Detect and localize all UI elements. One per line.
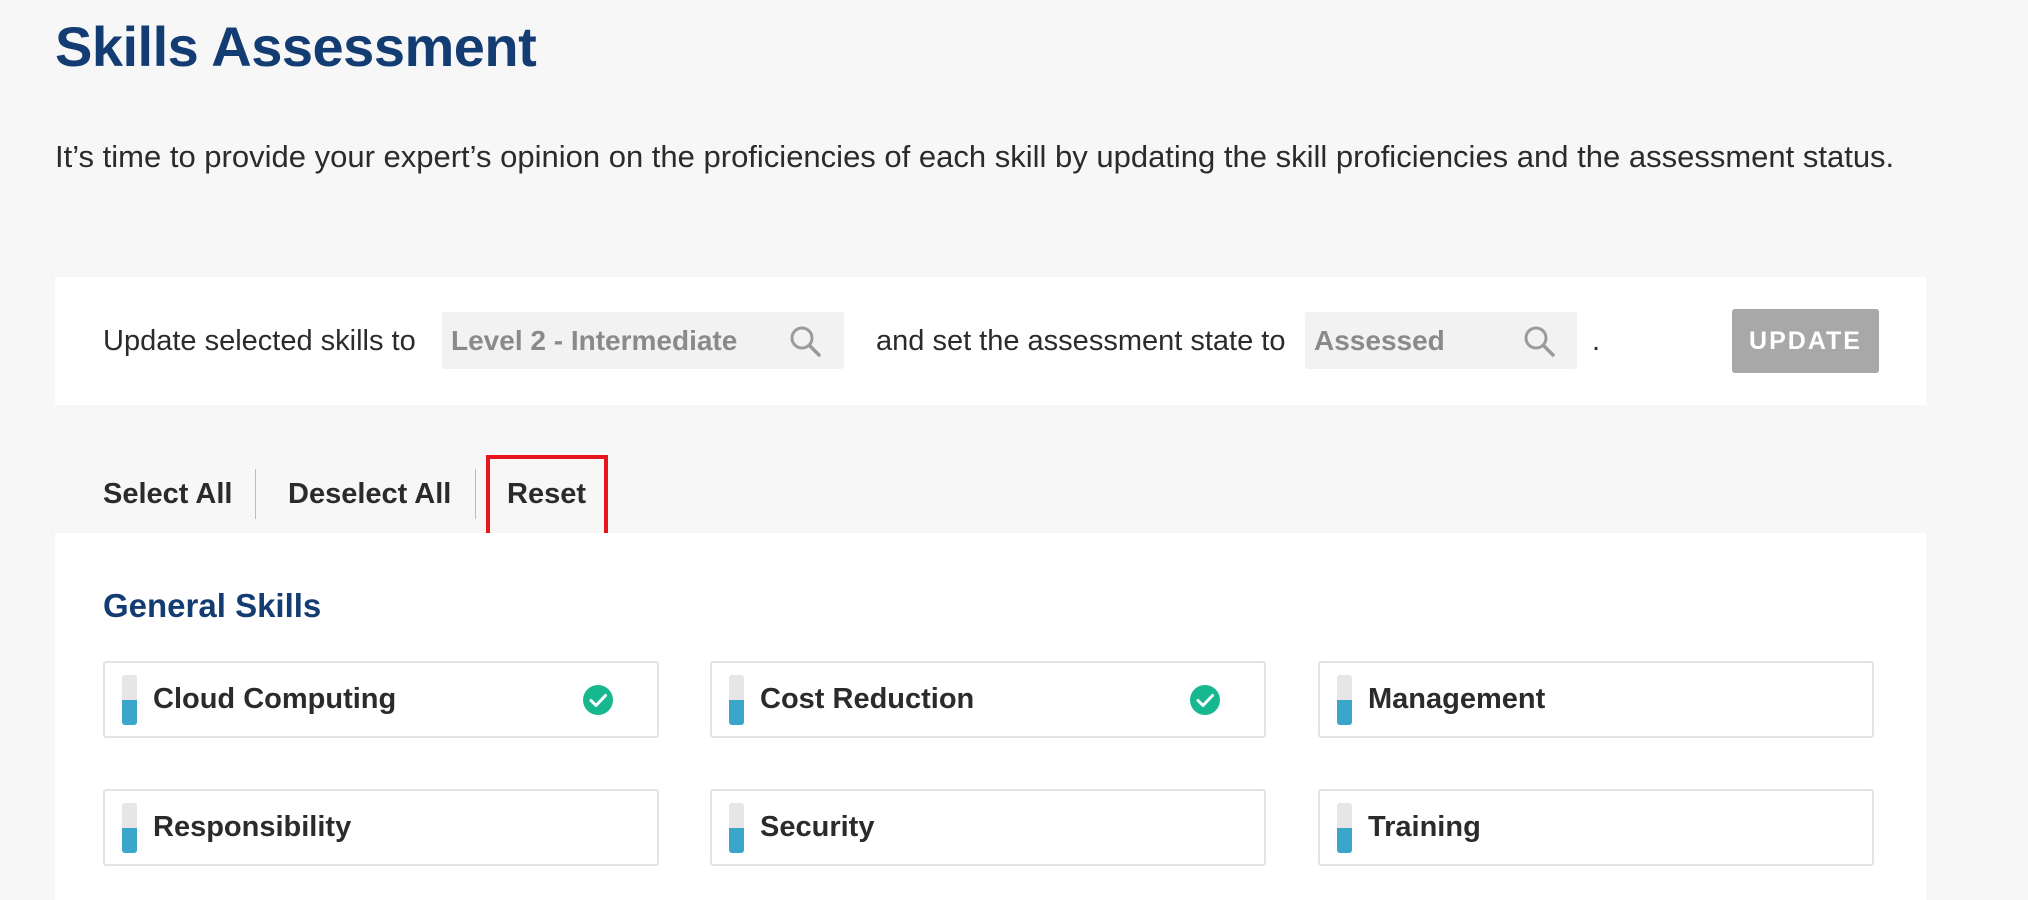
skill-name: Cost Reduction [760, 683, 975, 715]
proficiency-level-bar [729, 803, 744, 853]
action-divider [475, 469, 476, 519]
proficiency-level-bar [122, 675, 137, 725]
proficiency-level-bar [122, 803, 137, 853]
bulk-update-panel: Update selected skills to Level 2 - Inte… [55, 277, 1926, 405]
update-middle-label: and set the assessment state to [876, 325, 1286, 357]
skill-name: Management [1368, 683, 1546, 715]
assessment-state-value: Assessed [1314, 325, 1445, 356]
section-title-general-skills: General Skills [103, 587, 322, 624]
search-icon[interactable] [787, 323, 823, 359]
proficiency-level-bar [729, 675, 744, 725]
deselect-all-link[interactable]: Deselect All [288, 455, 451, 533]
check-circle-icon [1190, 685, 1220, 715]
skill-card-responsibility[interactable]: Responsibility [103, 789, 659, 866]
skill-card-training[interactable]: Training [1318, 789, 1874, 866]
skill-name: Cloud Computing [153, 683, 397, 715]
proficiency-level-bar [1337, 675, 1352, 725]
select-all-link[interactable]: Select All [103, 455, 232, 533]
skill-card-management[interactable]: Management [1318, 661, 1874, 738]
check-circle-icon [583, 685, 613, 715]
general-skills-panel: General Skills Cloud Computing Cost Redu… [55, 533, 1926, 900]
action-divider [255, 469, 256, 519]
skill-name: Responsibility [153, 811, 352, 843]
reset-highlight-box [486, 455, 608, 537]
skill-name: Security [760, 811, 875, 843]
skill-card-security[interactable]: Security [710, 789, 1266, 866]
page-title: Skills Assessment [55, 15, 537, 78]
skills-assessment-page: Skills Assessment It’s time to provide y… [0, 0, 2028, 900]
skill-card-cloud-computing[interactable]: Cloud Computing [103, 661, 659, 738]
skill-card-cost-reduction[interactable]: Cost Reduction [710, 661, 1266, 738]
update-suffix-period: . [1592, 325, 1601, 357]
level-select-value: Level 2 - Intermediate [451, 325, 738, 356]
assessment-state-select[interactable]: Assessed [1305, 312, 1577, 369]
intro-text: It’s time to provide your expert’s opini… [55, 139, 1895, 174]
skill-name: Training [1368, 811, 1481, 843]
proficiency-level-bar [1337, 803, 1352, 853]
update-button[interactable]: UPDATE [1732, 309, 1879, 373]
level-select[interactable]: Level 2 - Intermediate [442, 312, 844, 369]
update-prefix-label: Update selected skills to [103, 325, 416, 357]
search-icon[interactable] [1521, 323, 1557, 359]
